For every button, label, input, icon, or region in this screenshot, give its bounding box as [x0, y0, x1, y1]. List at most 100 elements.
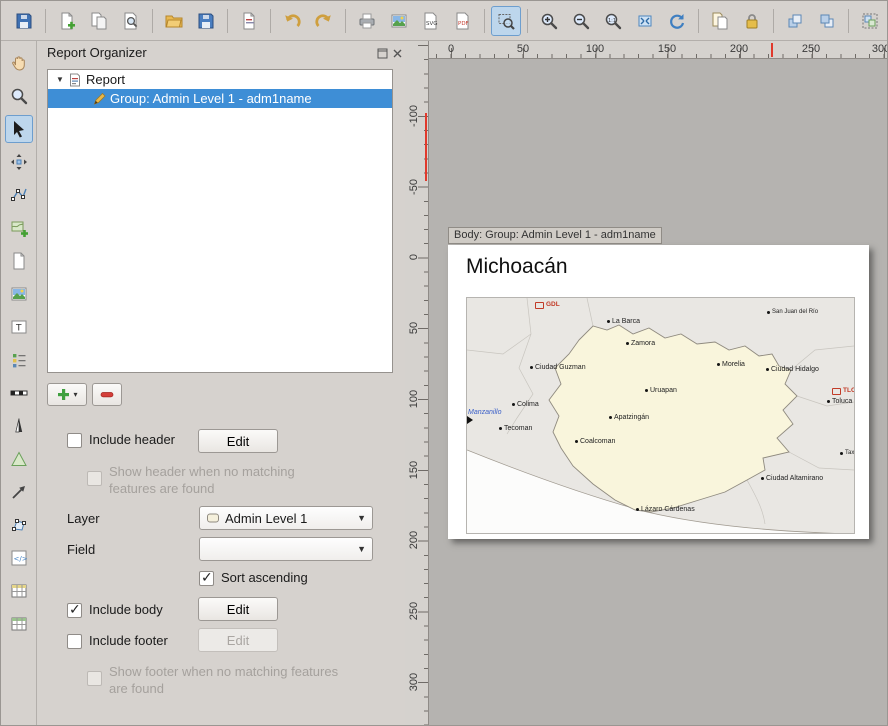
add-node-item-icon — [9, 515, 29, 535]
ruler-label: 0 — [448, 43, 454, 55]
add-fixed-table-tool-button[interactable] — [5, 610, 33, 638]
add-shape-tool-button[interactable] — [5, 445, 33, 473]
lower-items-button[interactable] — [812, 6, 842, 36]
zoom-actual-button[interactable]: 1:1 — [598, 6, 628, 36]
footer-edit-button: Edit — [198, 628, 278, 652]
refresh-button[interactable] — [662, 6, 692, 36]
map-city-marker: Ciudad Guzman — [530, 364, 586, 371]
add-picture-tool-button[interactable] — [5, 280, 33, 308]
add-label-tool-button[interactable]: T — [5, 313, 33, 341]
layout-canvas[interactable]: 0 50 100 150 200 250 300 -100 -50 0 50 1… — [405, 41, 888, 726]
remove-section-button[interactable] — [92, 383, 122, 406]
pan-hand-icon — [9, 53, 29, 73]
ruler-label: 50 — [517, 43, 529, 55]
print-button[interactable] — [352, 6, 382, 36]
zoom-region-button[interactable] — [491, 6, 521, 36]
save-project-button[interactable] — [9, 6, 39, 36]
pan-tool-button[interactable] — [5, 49, 33, 77]
layout-work-area[interactable]: Body: Group: Admin Level 1 - adm1name Mi… — [429, 59, 888, 726]
dropdown-arrow-icon: ▾ — [73, 390, 77, 399]
add-arrow-tool-button[interactable] — [5, 478, 33, 506]
raise-items-icon — [785, 11, 805, 31]
save-layout-button[interactable] — [191, 6, 221, 36]
export-image-button[interactable] — [384, 6, 414, 36]
add-pages-button[interactable] — [234, 6, 264, 36]
include-header-checkbox[interactable] — [67, 433, 82, 448]
add-scalebar-tool-button[interactable] — [5, 379, 33, 407]
new-item-button[interactable] — [52, 6, 82, 36]
svg-text:T: T — [15, 324, 22, 334]
copy-items-icon — [710, 11, 730, 31]
redo-button[interactable] — [309, 6, 339, 36]
close-icon — [392, 48, 403, 59]
show-footer-checkbox — [87, 671, 102, 686]
svg-text:PDF: PDF — [458, 21, 469, 27]
field-label: Field — [67, 542, 95, 557]
add-legend-icon — [9, 350, 29, 370]
city-dot — [575, 440, 578, 443]
raise-items-button[interactable] — [780, 6, 810, 36]
float-icon — [377, 48, 388, 59]
map-city-marker: Ciudad Altamirano — [761, 475, 823, 482]
toolbar-separator — [527, 9, 528, 33]
body-edit-button[interactable]: Edit — [198, 597, 278, 621]
zoom-region-icon — [496, 11, 516, 31]
zoom-in-icon — [539, 11, 559, 31]
lock-items-button[interactable] — [737, 6, 767, 36]
map-water-label: Manzanillo — [468, 409, 501, 416]
export-pdf-button[interactable]: PDF — [448, 6, 478, 36]
zoom-tool-button[interactable] — [5, 82, 33, 110]
add-attribute-table-tool-button[interactable] — [5, 577, 33, 605]
road-shield-icon — [832, 388, 841, 395]
save-icon — [14, 11, 34, 31]
move-item-content-tool-button[interactable] — [5, 148, 33, 176]
tree-item-label: Report — [86, 72, 125, 87]
add-section-button[interactable]: ▾ — [47, 383, 87, 406]
include-body-checkbox[interactable] — [67, 603, 82, 618]
add-map-tool-button[interactable] — [5, 214, 33, 242]
add-node-item-tool-button[interactable] — [5, 511, 33, 539]
ruler-cursor-marker — [425, 113, 427, 181]
expander-icon[interactable]: ▼ — [52, 75, 68, 84]
layer-value: Admin Level 1 — [225, 511, 307, 526]
cursor-icon — [9, 119, 29, 139]
panel-close-button[interactable] — [390, 46, 404, 60]
chevron-down-icon: ▼ — [357, 544, 366, 554]
panel-float-button[interactable] — [375, 46, 389, 60]
tree-item-report[interactable]: ▼ Report — [48, 70, 392, 89]
polygon-layer-icon — [206, 511, 220, 525]
add-page-tool-button[interactable] — [5, 247, 33, 275]
sort-ascending-checkbox[interactable] — [199, 571, 214, 586]
undo-button[interactable] — [277, 6, 307, 36]
group-items-button[interactable] — [855, 6, 885, 36]
map-city-marker: Coalcoman — [575, 438, 615, 445]
export-svg-button[interactable]: SVG — [416, 6, 446, 36]
zoom-out-button[interactable] — [566, 6, 596, 36]
add-legend-tool-button[interactable] — [5, 346, 33, 374]
group-items-icon — [860, 11, 880, 31]
duplicate-item-button[interactable] — [84, 6, 114, 36]
open-folder-button[interactable] — [159, 6, 189, 36]
add-north-arrow-tool-button[interactable] — [5, 412, 33, 440]
header-edit-button[interactable]: Edit — [198, 429, 278, 453]
svg-text:</>: </> — [13, 555, 27, 563]
search-template-button[interactable] — [116, 6, 146, 36]
ruler-label: 250 — [408, 591, 420, 631]
toolbar-separator — [848, 9, 849, 33]
tree-item-group-selected[interactable]: Group: Admin Level 1 - adm1name — [48, 89, 392, 108]
city-dot — [766, 368, 769, 371]
layer-combobox[interactable]: Admin Level 1 ▼ — [199, 506, 373, 530]
zoom-in-button[interactable] — [534, 6, 564, 36]
add-fixed-table-icon — [9, 614, 29, 634]
field-combobox[interactable]: ▼ — [199, 537, 373, 561]
map-item[interactable]: GDL La Barca San Juan del Río Zamora Ciu… — [466, 297, 855, 534]
select-move-item-tool-button[interactable] — [5, 115, 33, 143]
add-html-tool-button[interactable]: </> — [5, 544, 33, 572]
edit-nodes-tool-button[interactable] — [5, 181, 33, 209]
copy-items-button[interactable] — [705, 6, 735, 36]
map-city-marker: Lázaro Cárdenas — [636, 506, 695, 513]
include-footer-checkbox[interactable] — [67, 634, 82, 649]
map-city-marker: Apatzingán — [609, 414, 649, 421]
city-dot — [645, 389, 648, 392]
zoom-full-button[interactable] — [630, 6, 660, 36]
